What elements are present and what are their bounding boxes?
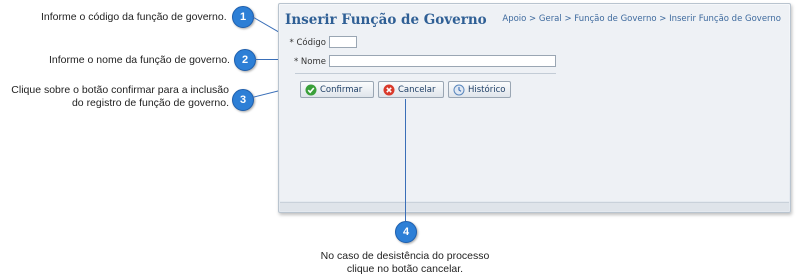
callout-3-line1: Clique sobre o botão confirmar para a in… [11,84,229,96]
form-body: Inserir Função de Governo Apoio > Geral … [280,5,789,201]
cancelar-label: Cancelar [398,84,436,95]
history-icon [453,84,465,96]
form-divider [295,73,556,74]
callout-4-connector [405,99,406,221]
check-circle-icon [305,84,317,96]
callout-4-line1: No caso de desistência do processo [320,250,490,262]
codigo-label: * Código [289,38,326,48]
historico-button[interactable]: Histórico [448,81,511,98]
insert-form-panel: Inserir Função de Governo Apoio > Geral … [278,3,791,213]
nome-input[interactable] [329,55,556,67]
page-title: Inserir Função de Governo [285,12,487,28]
callout-3-badge: 3 [232,89,254,111]
nome-label: * Nome [293,57,326,67]
callout-4-badge: 4 [395,221,417,243]
historico-label: Histórico [468,84,506,95]
callout-3-text: Clique sobre o botão confirmar para a in… [5,84,229,110]
confirmar-button[interactable]: Confirmar [300,81,374,98]
codigo-input[interactable] [329,36,357,48]
callout-4-text: No caso de desistência do processo cliqu… [305,250,505,276]
callout-4-line2: clique no botão cancelar. [346,263,464,275]
callout-3-line2: do registro de função de governo. [71,97,229,109]
cancelar-button[interactable]: Cancelar [378,81,444,98]
callout-1-text: Informe o código da função de governo. [41,11,227,23]
cancel-x-icon [383,84,395,96]
callout-2-text: Informe o nome da função de governo. [49,54,230,66]
breadcrumb: Apoio > Geral > Função de Governo > Inse… [502,14,781,24]
panel-footer [280,202,789,211]
confirmar-label: Confirmar [320,84,363,95]
callout-2-badge: 2 [234,49,256,71]
callout-1-badge: 1 [232,6,254,28]
